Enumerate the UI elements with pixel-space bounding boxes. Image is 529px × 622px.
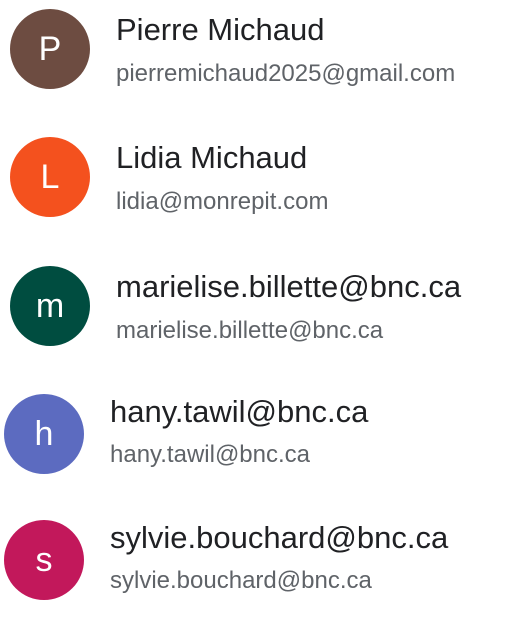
avatar: h	[4, 394, 84, 474]
contact-name: Lidia Michaud	[116, 140, 308, 175]
contact-name: hany.tawil@bnc.ca	[110, 394, 369, 429]
contact-item-marielise-billette[interactable]: m marielise.billette@bnc.ca marielise.bi…	[0, 256, 529, 366]
contact-email: marielise.billette@bnc.ca	[116, 317, 384, 344]
contact-name: sylvie.bouchard@bnc.ca	[110, 520, 449, 555]
contact-item-hany-tawil[interactable]: h hany.tawil@bnc.ca hany.tawil@bnc.ca	[0, 384, 529, 494]
avatar: m	[10, 266, 90, 346]
avatar: P	[10, 9, 90, 89]
contact-email: lidia@monrepit.com	[116, 188, 329, 215]
contact-name: marielise.billette@bnc.ca	[116, 269, 462, 304]
contact-item-sylvie-bouchard[interactable]: s sylvie.bouchard@bnc.ca sylvie.bouchard…	[0, 512, 529, 622]
avatar: s	[4, 520, 84, 600]
contact-name: Pierre Michaud	[116, 12, 325, 47]
contact-email: pierremichaud2025@gmail.com	[116, 60, 456, 87]
contact-list: P Pierre Michaud pierremichaud2025@gmail…	[0, 0, 529, 600]
avatar: L	[10, 137, 90, 217]
contact-item-lidia-michaud[interactable]: L Lidia Michaud lidia@monrepit.com	[0, 128, 529, 238]
contact-item-pierre-michaud[interactable]: P Pierre Michaud pierremichaud2025@gmail…	[0, 0, 529, 110]
contact-email: hany.tawil@bnc.ca	[110, 441, 311, 468]
contact-email: sylvie.bouchard@bnc.ca	[110, 567, 372, 594]
